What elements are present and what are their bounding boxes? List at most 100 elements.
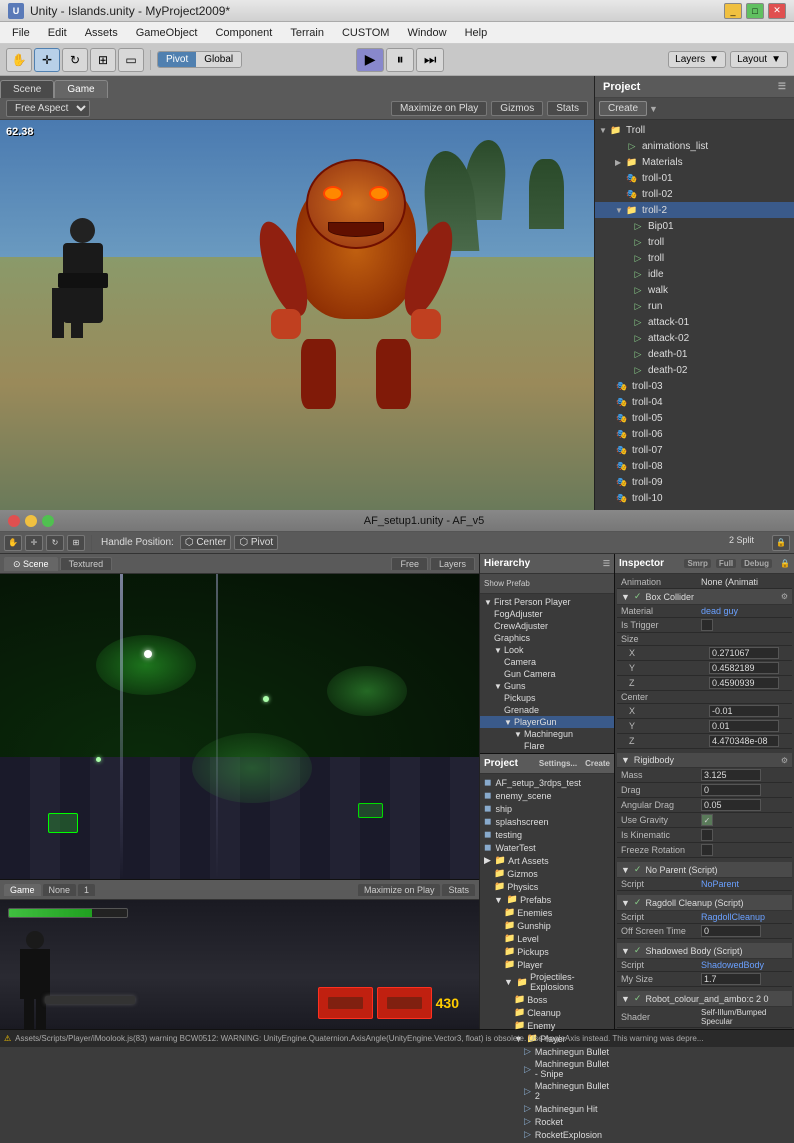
hierarchy-item-fogadjuster[interactable]: FogAdjuster [480,608,614,620]
use-gravity-checkbox[interactable]: ✓ [701,814,713,826]
size-y-input[interactable] [709,662,779,674]
project-item-gizmos[interactable]: 📁 Gizmos [480,867,614,880]
project-item-prefabs[interactable]: ▼ 📁 Prefabs [480,893,614,906]
shadowed-body-header[interactable]: ▼ ✓ Shadowed Body (Script) [617,943,792,959]
project-item-ship[interactable]: ◼ ship [480,802,614,815]
list-item[interactable]: ▷ death-01 [595,346,794,362]
maximize-dot-button[interactable] [42,515,54,527]
scale-tool-bottom[interactable]: ⊞ [67,535,85,551]
menu-assets[interactable]: Assets [77,25,126,41]
center-x-input[interactable] [709,705,779,717]
create-dropdown-icon[interactable]: ▼ [649,104,658,114]
split-button[interactable]: 2 Split [729,535,754,545]
project-item-gunship[interactable]: 📁 Gunship [480,919,614,932]
global-button[interactable]: Global [196,52,241,67]
list-item[interactable]: ▷ attack-01 [595,314,794,330]
full-tab[interactable]: Full [716,559,736,568]
hierarchy-item-guncam[interactable]: Gun Camera [480,668,614,680]
minimize-button[interactable]: _ [724,3,742,19]
project-item-physics[interactable]: 📁 Physics [480,880,614,893]
list-item[interactable]: ▼ 📁 troll-2 [595,202,794,218]
drag-input[interactable] [701,784,761,796]
hierarchy-item-camera[interactable]: Camera [480,656,614,668]
free-tab-bottom[interactable]: Free [391,557,428,570]
project-item-mgbulletsnipe[interactable]: ▷ Machinegun Bullet - Snipe [480,1058,614,1080]
no-parent-header[interactable]: ▼ ✓ No Parent (Script) [617,862,792,878]
project-item-cleanup[interactable]: 📁 Cleanup [480,1006,614,1019]
project-item-artassets[interactable]: ▶ 📁 Art Assets [480,854,614,867]
hierarchy-item-graphics[interactable]: Graphics [480,632,614,644]
center-handle-button[interactable]: ⬡ Center [180,535,232,550]
hierarchy-item-look[interactable]: ▼ Look [480,644,614,656]
project-item-boss[interactable]: 📁 Boss [480,993,614,1006]
hierarchy-options[interactable]: ☰ [603,559,610,568]
project-item-player[interactable]: 📁 Player [480,958,614,971]
none-tab[interactable]: None [43,884,77,896]
project-item-afsetup[interactable]: ◼ AF_setup_3rdps_test [480,776,614,789]
list-item[interactable]: ▷ attack-02 [595,330,794,346]
hierarchy-item-pickups[interactable]: Pickups [480,692,614,704]
list-item[interactable]: 🎭 troll-01 [595,170,794,186]
project-item-splash[interactable]: ◼ splashscreen [480,815,614,828]
stats-button[interactable]: Stats [547,101,588,116]
close-dot-button[interactable] [8,515,20,527]
list-item[interactable]: 🎭 troll-07 [595,442,794,458]
layers-tab-bottom[interactable]: Layers [430,557,475,570]
inspector-scroll-content[interactable]: Animation None (Animati ▼ ✓ Box Collider… [615,574,794,1029]
size-z-input[interactable] [709,677,779,689]
hand-tool-button[interactable]: ✋ [6,48,32,72]
settings-button[interactable]: Settings... [539,759,577,768]
hierarchy-item-guns[interactable]: ▼ Guns [480,680,614,692]
pivot-handle-button[interactable]: ⬡ Pivot [234,535,278,550]
rigidbody-options-icon[interactable]: ⚙ [781,756,788,765]
list-item[interactable]: 🎭 troll-02 [595,186,794,202]
list-item[interactable]: ▷ death-02 [595,362,794,378]
hierarchy-item-machinegun[interactable]: ▼ Machinegun [480,728,614,740]
textured-tab-bottom[interactable]: Textured [60,557,113,570]
minimize-dot-button[interactable] [25,515,37,527]
list-item[interactable]: 🎭 troll-10 [595,490,794,506]
maximize-button[interactable]: □ [746,3,764,19]
project-item-mghit[interactable]: ▷ Machinegun Hit [480,1102,614,1115]
create-bottom-button[interactable]: Create [585,759,610,768]
rigidbody-header[interactable]: ▼ Rigidbody ⚙ [617,753,792,768]
menu-edit[interactable]: Edit [40,25,75,41]
list-item[interactable]: 🎭 troll-03 [595,378,794,394]
is-trigger-checkbox[interactable] [701,619,713,631]
menu-window[interactable]: Window [399,25,454,41]
list-item[interactable]: ▷ Bip01 [595,218,794,234]
hierarchy-content[interactable]: ▼ First Person Player FogAdjuster CrewAd… [480,594,614,753]
is-kinematic-checkbox[interactable] [701,829,713,841]
freeze-rotation-checkbox[interactable] [701,844,713,856]
size-x-input[interactable] [709,647,779,659]
menu-component[interactable]: Component [207,25,280,41]
list-item[interactable]: 🎭 troll-09 [595,474,794,490]
aspect-select[interactable]: Free Aspect [6,100,90,117]
show-prefab-label[interactable]: Show Prefab [484,579,530,588]
move-tool-bottom[interactable]: ✛ [25,535,43,551]
list-item[interactable]: 🎭 troll-06 [595,426,794,442]
angular-drag-input[interactable] [701,799,761,811]
hand-tool-bottom[interactable]: ✋ [4,535,22,551]
list-item[interactable]: 🎭 troll-05 [595,410,794,426]
project-item-mgbullet2-2[interactable]: ▷ Machinegun Bullet 2 [480,1080,614,1102]
list-item[interactable]: ▷ walk [595,282,794,298]
project-item-enemies[interactable]: 📁 Enemies [480,906,614,919]
scene-tab[interactable]: Scene [0,80,54,98]
list-item[interactable]: ▷ idle [595,266,794,282]
rect-tool-button[interactable]: ▭ [118,48,144,72]
list-item[interactable]: ▷ animations_list [595,138,794,154]
my-size-input[interactable] [701,973,761,985]
play-button[interactable]: ▶ [356,48,384,72]
menu-file[interactable]: File [4,25,38,41]
game-tab[interactable]: Game [54,80,107,98]
hierarchy-item-flare[interactable]: Flare [480,740,614,752]
list-item[interactable]: ▷ run [595,298,794,314]
game-tab-bottom[interactable]: Game [4,884,41,896]
debug-tab[interactable]: Debug [741,559,772,568]
box-collider-header[interactable]: ▼ ✓ Box Collider ⚙ [617,589,792,605]
hierarchy-item-mgbullet2[interactable]: Machinegun Bullet 2 [480,752,614,753]
project-tree[interactable]: ▼ 📁 Troll ▷ animations_list ▶ 📁 Material… [595,120,794,510]
project-item-mgbullet[interactable]: ▷ Machinegun Bullet [480,1045,614,1058]
mass-input[interactable] [701,769,761,781]
